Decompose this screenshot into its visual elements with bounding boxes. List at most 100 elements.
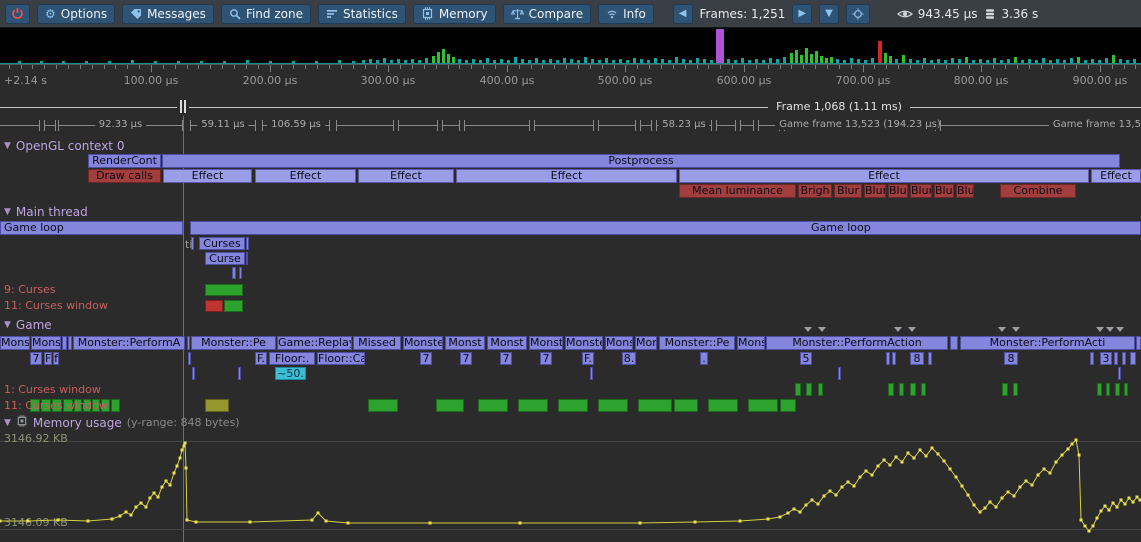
zone[interactable]: Blur xyxy=(934,184,954,198)
collapsed-zones-marker-icon[interactable] xyxy=(1012,327,1020,332)
histogram-bar[interactable] xyxy=(447,54,450,63)
goto-frame-button[interactable] xyxy=(846,4,870,24)
histogram-bar[interactable] xyxy=(458,59,461,63)
histogram-bar[interactable] xyxy=(479,60,482,63)
histogram-bar[interactable] xyxy=(369,59,372,63)
zone[interactable] xyxy=(239,267,242,279)
zone[interactable]: Blur xyxy=(864,184,886,198)
frame-separator[interactable]: 58.23 μs xyxy=(656,120,712,131)
histogram-bar[interactable] xyxy=(1014,57,1017,63)
histogram-bar[interactable] xyxy=(619,59,622,63)
compare-button[interactable]: Compare xyxy=(503,4,591,24)
frame-indicator[interactable]: Frame 1,068 (1.11 ms) xyxy=(0,96,1141,116)
zone[interactable]: Game loop xyxy=(0,221,183,235)
plot-bar[interactable] xyxy=(111,399,120,412)
zone[interactable]: Monster::Pe xyxy=(659,336,735,350)
histogram-bar[interactable] xyxy=(748,60,751,63)
histogram-bar[interactable] xyxy=(549,59,552,63)
histogram-bar[interactable] xyxy=(734,60,737,63)
zone[interactable]: 7 xyxy=(500,352,512,365)
zone[interactable]: Mons xyxy=(635,336,657,350)
histogram-bar[interactable] xyxy=(689,60,692,63)
frame-separator[interactable]: Game frame 13,523 (194.23 μs) xyxy=(784,120,936,131)
plot-row-label[interactable]: 9: Curses xyxy=(4,283,56,296)
frame-separator[interactable] xyxy=(442,120,460,131)
plot-bar[interactable] xyxy=(224,300,243,312)
histogram-bar[interactable] xyxy=(507,60,510,63)
zone[interactable] xyxy=(950,336,958,350)
zone[interactable]: Effect xyxy=(456,169,677,183)
histogram-bar[interactable] xyxy=(108,61,111,63)
zone[interactable]: Missed xyxy=(353,336,401,350)
plot-bar[interactable] xyxy=(1106,383,1110,396)
zone[interactable]: Game::Replay xyxy=(277,336,352,350)
collapse-triangle-icon[interactable]: ▼ xyxy=(4,141,11,151)
plot-bar[interactable] xyxy=(598,399,628,412)
histogram-bar[interactable] xyxy=(640,59,643,63)
plot-bar[interactable] xyxy=(478,399,508,412)
histogram-bar[interactable] xyxy=(1119,59,1122,63)
section-header[interactable]: ▼OpenGL context 0 xyxy=(4,139,124,153)
histogram-bar[interactable] xyxy=(246,60,249,63)
zone[interactable] xyxy=(1130,352,1136,365)
histogram-bar[interactable] xyxy=(716,29,724,63)
plot-bar[interactable] xyxy=(888,383,894,396)
zone[interactable] xyxy=(62,336,67,350)
histogram-bar[interactable] xyxy=(442,49,445,63)
histogram-bar[interactable] xyxy=(418,60,421,63)
histogram-bar[interactable] xyxy=(493,60,496,63)
histogram-bar[interactable] xyxy=(535,58,538,63)
collapsed-zones-marker-icon[interactable] xyxy=(908,327,916,332)
zone[interactable] xyxy=(886,352,890,365)
zone[interactable]: . xyxy=(700,352,708,365)
frame-separator[interactable] xyxy=(598,120,636,131)
zone[interactable]: Mean luminance xyxy=(679,184,796,198)
histogram-bar[interactable] xyxy=(338,60,341,63)
zone[interactable]: F. xyxy=(582,352,594,365)
histogram-bar[interactable] xyxy=(815,51,818,63)
collapse-triangle-icon[interactable]: ▼ xyxy=(4,207,11,217)
zone[interactable]: Monste xyxy=(529,336,563,350)
find-zone-button[interactable]: Find zone xyxy=(221,4,311,24)
histogram-bar[interactable] xyxy=(843,60,846,63)
statistics-button[interactable]: Statistics xyxy=(318,4,406,24)
zone[interactable] xyxy=(246,252,248,265)
plot-bar[interactable] xyxy=(910,383,916,396)
histogram-bar[interactable] xyxy=(383,58,386,63)
zone[interactable]: Monste xyxy=(605,336,633,350)
zone[interactable]: Effect xyxy=(1091,169,1141,183)
plot-bar[interactable] xyxy=(558,399,588,412)
zone[interactable]: Effect xyxy=(679,169,1089,183)
histogram-bar[interactable] xyxy=(790,53,793,63)
histogram-bar[interactable] xyxy=(958,59,961,63)
plot-bar[interactable] xyxy=(1097,383,1102,396)
zone[interactable] xyxy=(928,352,932,365)
plot-bar[interactable] xyxy=(205,300,223,312)
histogram-bar[interactable] xyxy=(682,59,685,63)
options-button[interactable]: ⚙Options xyxy=(37,4,115,24)
histogram-bar[interactable] xyxy=(836,59,839,63)
histogram-bar[interactable] xyxy=(85,61,88,63)
histogram-bar[interactable] xyxy=(647,60,650,63)
histogram-bar[interactable] xyxy=(500,59,503,63)
histogram-bar[interactable] xyxy=(762,60,765,63)
collapsed-zones-marker-icon[interactable] xyxy=(804,327,812,332)
zone[interactable]: 8 xyxy=(1004,352,1018,365)
histogram-bar[interactable] xyxy=(951,58,954,63)
histogram-bar[interactable] xyxy=(315,61,318,63)
plot-bar[interactable] xyxy=(674,399,698,412)
plot-bar[interactable] xyxy=(921,383,926,396)
histogram-bar[interactable] xyxy=(654,58,657,63)
histogram-bar[interactable] xyxy=(223,61,226,63)
histogram-bar[interactable] xyxy=(200,61,203,63)
zone[interactable]: Monster::PerformAction xyxy=(766,336,948,350)
zone[interactable] xyxy=(1118,367,1121,380)
histogram-bar[interactable] xyxy=(871,58,874,63)
zone[interactable]: Curse xyxy=(205,252,245,265)
histogram-bar[interactable] xyxy=(1126,60,1129,63)
histogram-bar[interactable] xyxy=(437,52,440,63)
zone[interactable]: Blur xyxy=(834,184,862,198)
frame-separator[interactable] xyxy=(336,120,394,131)
zone[interactable] xyxy=(838,367,841,380)
histogram-bar[interactable] xyxy=(626,60,629,63)
